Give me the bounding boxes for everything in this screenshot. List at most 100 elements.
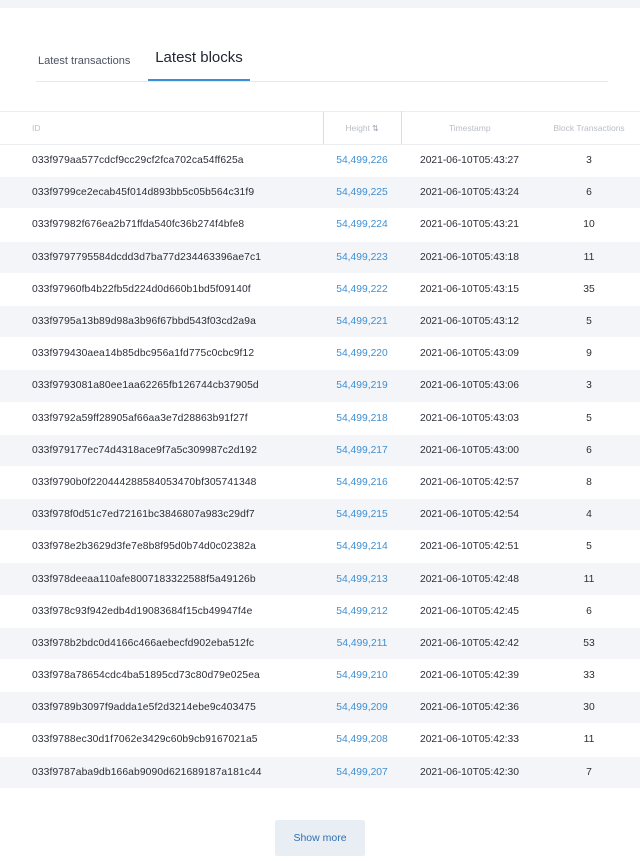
block-id-cell[interactable]: 033f978f0d51c7ed72161bc3846807a983c29df7 [0,498,323,532]
table-row[interactable]: 033f97960fb4b22fb5d224d0d660b1bd5f09140f… [0,273,640,306]
block-height-link[interactable]: 54,499,214 [323,530,401,564]
timestamp-cell: 2021-06-10T05:43:15 [401,273,538,306]
block-height-link[interactable]: 54,499,220 [323,337,401,371]
table-row[interactable]: 033f978b2bdc0d4166c466aebecfd902eba512fc… [0,627,640,661]
block-transactions-cell: 8 [538,466,640,500]
table-row[interactable]: 033f979177ec74d4318ace9f7a5c309987c2d192… [0,434,640,467]
block-id-cell[interactable]: 033f9793081a80ee1aa62265fb126744cb37905d [0,369,323,403]
block-height-link[interactable]: 54,499,210 [323,659,401,693]
timestamp-cell: 2021-06-10T05:42:45 [401,595,538,628]
timestamp-cell: 2021-06-10T05:42:48 [401,562,538,596]
table-row[interactable]: 033f978c93f942edb4d19083684f15cb49947f4e… [0,595,640,628]
blocks-table: ID Height ⇅ Timestamp Block Transactions … [0,111,640,789]
block-transactions-cell: 4 [538,498,640,532]
block-transactions-cell: 6 [538,434,640,467]
block-height-link[interactable]: 54,499,215 [323,498,401,532]
show-more-button[interactable]: Show more [275,820,365,856]
timestamp-cell: 2021-06-10T05:42:42 [401,627,538,661]
header-block-transactions: Block Transactions [538,111,640,145]
tab-bar: Latest transactions Latest blocks [36,40,608,82]
header-height-label: Height [345,123,370,133]
block-height-link[interactable]: 54,499,219 [323,369,401,403]
table-row[interactable]: 033f979aa577cdcf9cc29cf2fca702ca54ff625a… [0,144,640,178]
block-transactions-cell: 5 [538,530,640,564]
block-height-link[interactable]: 54,499,217 [323,434,401,467]
block-transactions-cell: 5 [538,402,640,435]
timestamp-cell: 2021-06-10T05:43:03 [401,402,538,435]
block-height-link[interactable]: 54,499,213 [323,562,401,596]
block-id-cell[interactable]: 033f978c93f942edb4d19083684f15cb49947f4e [0,595,323,628]
table-row[interactable]: 033f979430aea14b85dbc956a1fd775c0cbc9f12… [0,337,640,371]
block-id-cell[interactable]: 033f978deeaa110afe8007183322588f5a49126b [0,562,323,596]
block-id-cell[interactable]: 033f9799ce2ecab45f014d893bb5c05b564c31f9 [0,176,323,210]
block-height-link[interactable]: 54,499,226 [323,144,401,178]
table-row[interactable]: 033f97982f676ea2b71ffda540fc36b274f4bfe8… [0,208,640,242]
timestamp-cell: 2021-06-10T05:42:36 [401,691,538,725]
table-row[interactable]: 033f9795a13b89d98a3b96f67bbd543f03cd2a9a… [0,305,640,339]
block-id-cell[interactable]: 033f978a78654cdc4ba51895cd73c80d79e025ea [0,659,323,693]
block-id-cell[interactable]: 033f9787aba9db166ab9090d621689187a181c44 [0,756,323,789]
block-id-cell[interactable]: 033f9789b3097f9addа1e5f2d3214ebe9c403475 [0,691,323,725]
block-height-link[interactable]: 54,499,225 [323,176,401,210]
timestamp-cell: 2021-06-10T05:43:24 [401,176,538,210]
table-row[interactable]: 033f978deeaa110afe8007183322588f5a49126b… [0,562,640,596]
header-height[interactable]: Height ⇅ [322,111,402,145]
block-id-cell[interactable]: 033f978e2b3629d3fe7e8b8f95d0b74d0c02382a [0,530,323,564]
table-row[interactable]: 033f9788ec30d1f7062e3429c60b9cb9167021a5… [0,723,640,757]
tab-latest-blocks[interactable]: Latest blocks [148,39,250,81]
table-row[interactable]: 033f978e2b3629d3fe7e8b8f95d0b74d0c02382a… [0,530,640,564]
timestamp-cell: 2021-06-10T05:43:18 [401,241,538,274]
table-body: 033f979aa577cdcf9cc29cf2fca702ca54ff625a… [0,144,640,789]
table-row[interactable]: 033f9793081a80ee1aa62265fb126744cb37905d… [0,369,640,403]
table-row[interactable]: 033f978f0d51c7ed72161bc3846807a983c29df7… [0,498,640,532]
block-transactions-cell: 9 [538,337,640,371]
block-id-cell[interactable]: 033f9790b0f220444288584053470bf305741348 [0,466,323,500]
block-id-cell[interactable]: 033f9792a59ff28905af66aa3e7d28863b91f27f [0,402,323,435]
top-strip [0,0,640,8]
block-height-link[interactable]: 54,499,211 [323,627,401,661]
block-height-link[interactable]: 54,499,222 [323,273,401,306]
block-transactions-cell: 10 [538,208,640,242]
block-id-cell[interactable]: 033f9795a13b89d98a3b96f67bbd543f03cd2a9a [0,305,323,339]
timestamp-cell: 2021-06-10T05:43:12 [401,305,538,339]
block-height-link[interactable]: 54,499,224 [323,208,401,242]
block-height-link[interactable]: 54,499,208 [323,723,401,757]
header-timestamp: Timestamp [401,111,538,145]
block-height-link[interactable]: 54,499,216 [323,466,401,500]
block-transactions-cell: 7 [538,756,640,789]
timestamp-cell: 2021-06-10T05:42:51 [401,530,538,564]
block-height-link[interactable]: 54,499,221 [323,305,401,339]
table-row[interactable]: 033f9797795584dcdd3d7ba77d234463396ae7c1… [0,241,640,274]
table-row[interactable]: 033f9787aba9db166ab9090d621689187a181c44… [0,756,640,789]
block-transactions-cell: 35 [538,273,640,306]
table-row[interactable]: 033f9799ce2ecab45f014d893bb5c05b564c31f9… [0,176,640,210]
block-id-cell[interactable]: 033f978b2bdc0d4166c466aebecfd902eba512fc [0,627,323,661]
block-transactions-cell: 11 [538,562,640,596]
block-id-cell[interactable]: 033f97982f676ea2b71ffda540fc36b274f4bfe8 [0,208,323,242]
block-height-link[interactable]: 54,499,207 [323,756,401,789]
timestamp-cell: 2021-06-10T05:42:33 [401,723,538,757]
block-height-link[interactable]: 54,499,218 [323,402,401,435]
block-transactions-cell: 3 [538,144,640,178]
table-row[interactable]: 033f9790b0f220444288584053470bf305741348… [0,466,640,500]
block-transactions-cell: 30 [538,691,640,725]
tab-latest-transactions[interactable]: Latest transactions [38,39,130,81]
block-transactions-cell: 5 [538,305,640,339]
block-id-cell[interactable]: 033f97960fb4b22fb5d224d0d660b1bd5f09140f [0,273,323,306]
block-id-cell[interactable]: 033f979aa577cdcf9cc29cf2fca702ca54ff625a [0,144,323,178]
block-transactions-cell: 3 [538,369,640,403]
table-row[interactable]: 033f9792a59ff28905af66aa3e7d28863b91f27f… [0,402,640,435]
block-id-cell[interactable]: 033f979177ec74d4318ace9f7a5c309987c2d192 [0,434,323,467]
block-transactions-cell: 11 [538,723,640,757]
timestamp-cell: 2021-06-10T05:42:54 [401,498,538,532]
sort-icon[interactable]: ⇅ [372,124,379,133]
block-transactions-cell: 33 [538,659,640,693]
block-id-cell[interactable]: 033f9797795584dcdd3d7ba77d234463396ae7c1 [0,241,323,274]
table-row[interactable]: 033f9789b3097f9addа1e5f2d3214ebe9c403475… [0,691,640,725]
block-height-link[interactable]: 54,499,209 [323,691,401,725]
table-row[interactable]: 033f978a78654cdc4ba51895cd73c80d79e025ea… [0,659,640,693]
block-id-cell[interactable]: 033f9788ec30d1f7062e3429c60b9cb9167021a5 [0,723,323,757]
block-id-cell[interactable]: 033f979430aea14b85dbc956a1fd775c0cbc9f12 [0,337,323,371]
block-height-link[interactable]: 54,499,212 [323,595,401,628]
block-height-link[interactable]: 54,499,223 [323,241,401,274]
